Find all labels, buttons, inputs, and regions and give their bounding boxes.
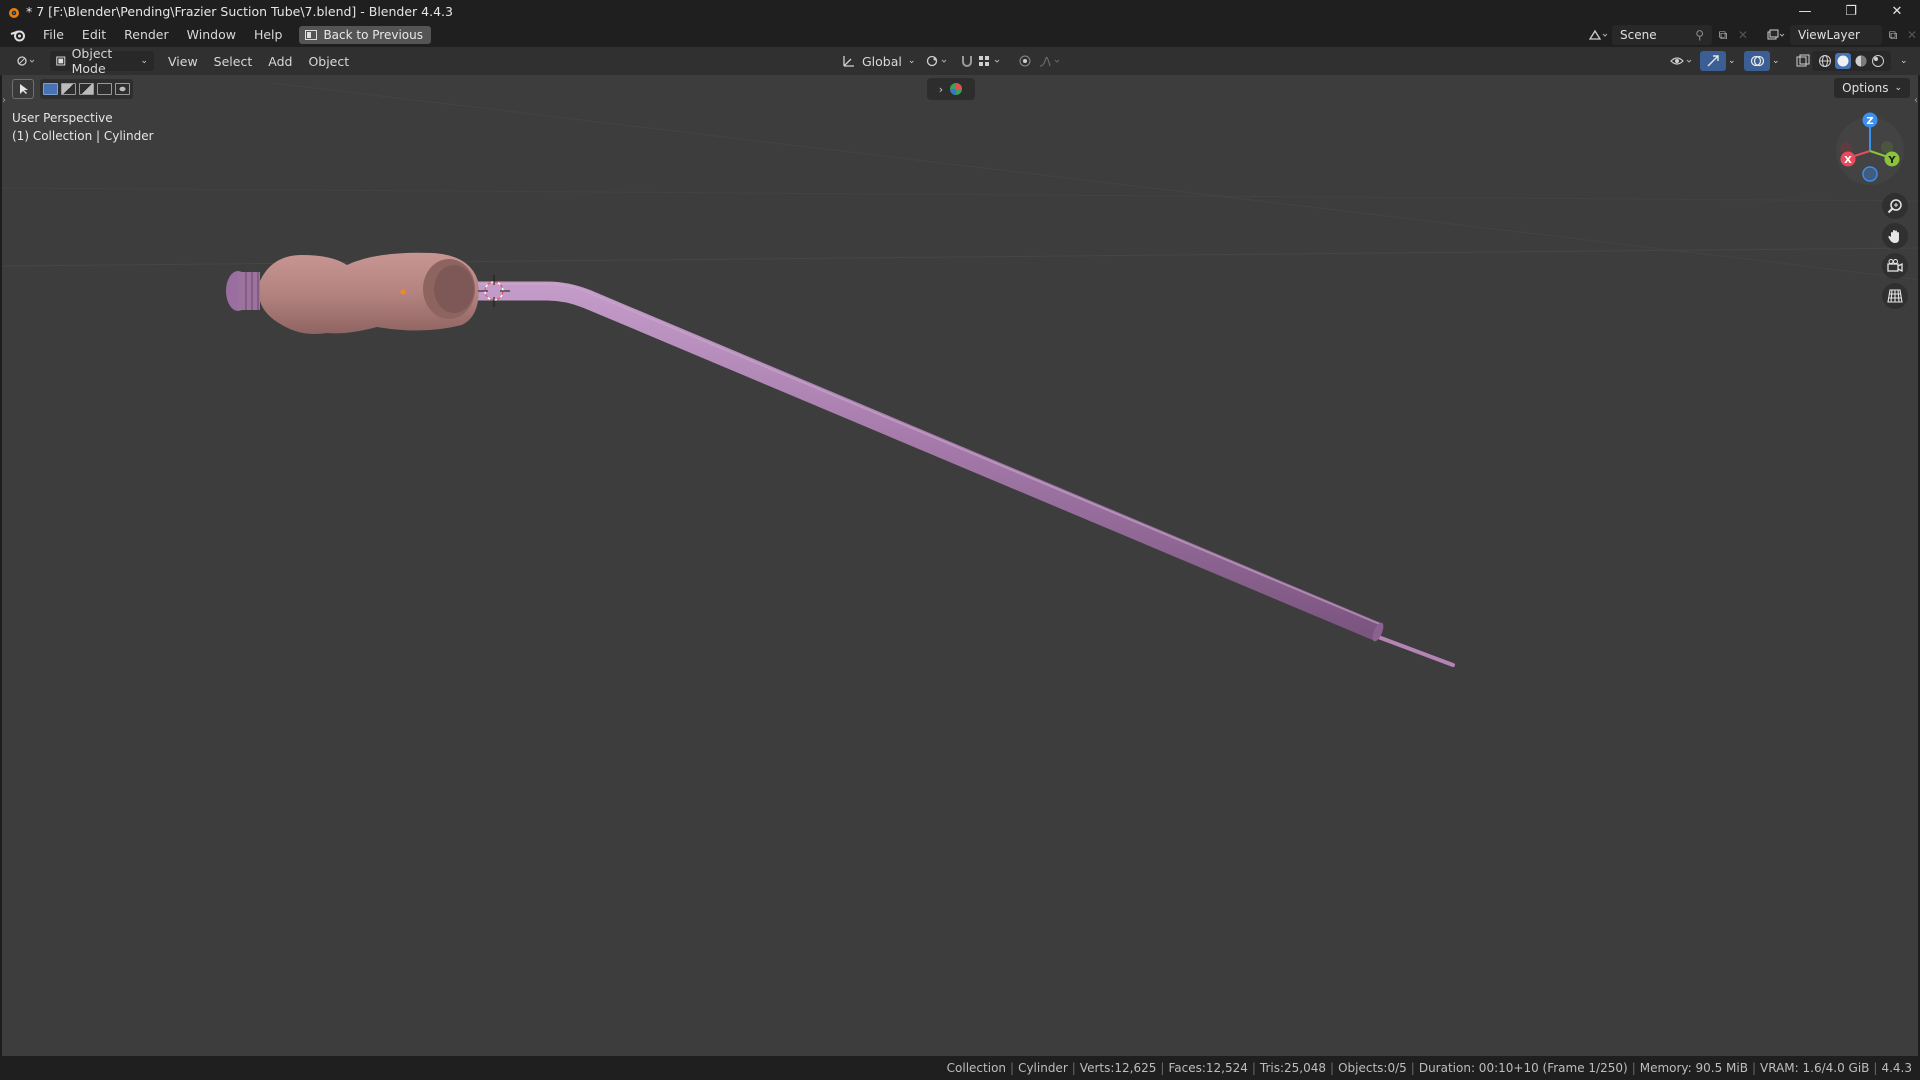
gizmo-z-axis[interactable]: Z <box>1862 112 1878 128</box>
chevron-right-icon: › <box>938 82 944 96</box>
overlays-dropdown-icon[interactable]: ⌄ <box>1766 51 1786 71</box>
wireframe-shading-icon[interactable] <box>1818 54 1832 68</box>
object-mode-dropdown[interactable]: Object Mode ⌄ <box>50 46 154 76</box>
tool-settings-row <box>12 79 133 99</box>
gizmo-z-label: Z <box>1866 116 1873 127</box>
orientation-axes-icon <box>843 56 854 67</box>
status-bar: Collection | Cylinder | Verts:12,625 | Face… <box>0 1056 1920 1080</box>
select-extend-icon[interactable] <box>61 83 76 95</box>
select-new-icon[interactable] <box>43 83 58 95</box>
menu-help[interactable]: Help <box>245 23 292 47</box>
ortho-grid-icon[interactable] <box>1882 283 1908 309</box>
viewlayer-selector: ViewLayer ⧉ ✕ <box>1762 25 1920 45</box>
select-box-tool-icon[interactable] <box>12 79 34 99</box>
back-to-previous-button[interactable]: Back to Previous <box>299 26 431 44</box>
gizmo-x-label: X <box>1844 155 1852 166</box>
screen-back-icon <box>305 30 318 40</box>
back-to-previous-label: Back to Previous <box>323 28 423 42</box>
sidebar-expand-icon[interactable]: ‹ <box>1914 95 1918 106</box>
viewlayer-name-field[interactable]: ViewLayer <box>1790 25 1882 45</box>
select-subtract-icon[interactable] <box>79 83 94 95</box>
options-label: Options <box>1842 81 1889 95</box>
asset-shelf-toggle[interactable]: › <box>927 78 975 100</box>
minimize-button[interactable]: — <box>1782 0 1828 23</box>
gizmo-y-axis[interactable]: Y <box>1884 151 1900 167</box>
scene-browse-icon[interactable] <box>1584 25 1612 45</box>
status-version: 4.4.3 <box>1881 1061 1912 1075</box>
perspective-label: User Perspective <box>12 111 113 125</box>
select-invert-icon[interactable] <box>97 83 112 95</box>
snap-target-icon[interactable] <box>972 51 1010 71</box>
toolbar-expand-icon[interactable]: › <box>2 95 6 106</box>
visibility-icon[interactable] <box>1664 51 1702 71</box>
delete-viewlayer-icon[interactable]: ✕ <box>1904 25 1920 45</box>
options-dropdown[interactable]: Options ⌄ <box>1834 78 1910 98</box>
maximize-button[interactable]: ❐ <box>1828 0 1874 23</box>
pin-icon[interactable]: ⚲ <box>1695 28 1704 42</box>
gizmo-x-axis[interactable]: X <box>1840 151 1856 167</box>
menu-file[interactable]: File <box>34 23 73 47</box>
shading-modes <box>1812 51 1891 71</box>
status-collection: Collection <box>946 1061 1007 1075</box>
status-duration: Duration: 00:10+10 (Frame 1/250) <box>1418 1061 1628 1075</box>
blender-app-icon <box>9 7 19 18</box>
editor-type-icon[interactable] <box>10 51 44 71</box>
status-object: Cylinder <box>1018 1061 1068 1075</box>
new-viewlayer-icon[interactable]: ⧉ <box>1882 25 1904 45</box>
material-shading-icon[interactable] <box>1854 54 1868 68</box>
menu-add[interactable]: Add <box>262 51 298 71</box>
navigation-gizmo[interactable]: Z X Y <box>1825 108 1915 198</box>
zoom-icon[interactable] <box>1882 193 1908 219</box>
shading-dropdown-icon[interactable]: ⌄ <box>1894 51 1914 71</box>
menu-window[interactable]: Window <box>178 23 245 47</box>
viewlayer-name: ViewLayer <box>1798 28 1860 42</box>
pivot-point-icon[interactable] <box>920 51 956 71</box>
object-mode-icon <box>56 56 66 66</box>
viewlayer-browse-icon[interactable] <box>1762 25 1790 45</box>
gizmo-dropdown-icon[interactable]: ⌄ <box>1722 51 1742 71</box>
menu-object[interactable]: Object <box>302 51 355 71</box>
object-mode-label: Object Mode <box>71 46 113 76</box>
asset-sphere-icon <box>950 83 963 95</box>
menu-select[interactable]: Select <box>208 51 259 71</box>
selection-mode-buttons <box>40 79 133 99</box>
status-verts: Verts:12,625 <box>1079 1061 1157 1075</box>
window-title: * 7 [F:\Blender\Pending\Frazier Suction … <box>26 4 453 19</box>
falloff-icon[interactable] <box>1032 51 1070 71</box>
chevron-down-icon: ⌄ <box>1894 83 1902 93</box>
scene-name: Scene <box>1620 28 1657 42</box>
status-faces: Faces:12,524 <box>1168 1061 1248 1075</box>
suction-tube-mesh[interactable] <box>452 281 1455 667</box>
title-bar: * 7 [F:\Blender\Pending\Frazier Suction … <box>0 0 1920 23</box>
status-vram: VRAM: 1.6/4.0 GiB <box>1760 1061 1870 1075</box>
select-intersect-icon[interactable] <box>115 83 130 95</box>
delete-scene-icon[interactable]: ✕ <box>1734 25 1752 45</box>
3d-viewport[interactable]: User Perspective (1) Collection | Cylind… <box>0 75 1920 1056</box>
scene-selector: Scene ⚲ ⧉ ✕ <box>1584 25 1752 45</box>
chevron-down-icon: ⌄ <box>140 56 148 66</box>
scene-name-field[interactable]: Scene ⚲ <box>1612 25 1712 45</box>
pan-hand-icon[interactable] <box>1882 223 1908 249</box>
solid-shading-icon[interactable] <box>1835 53 1851 69</box>
new-scene-icon[interactable]: ⧉ <box>1712 25 1734 45</box>
camera-view-icon[interactable] <box>1882 253 1908 279</box>
transform-orientation-dropdown[interactable]: Global ⌄ <box>836 51 921 71</box>
suction-handle-mesh[interactable] <box>226 252 479 334</box>
chevron-down-icon: ⌄ <box>907 56 916 66</box>
gizmo-y-label: Y <box>1887 155 1896 166</box>
viewport-scene[interactable] <box>2 75 1920 1056</box>
active-object-label: (1) Collection | Cylinder <box>12 129 154 143</box>
viewport-info: User Perspective (1) Collection | Cylind… <box>12 109 154 145</box>
blender-logo-icon[interactable] <box>8 25 28 45</box>
transform-orientation-label: Global <box>862 53 902 69</box>
menu-view[interactable]: View <box>162 51 204 71</box>
status-objects: Objects:0/5 <box>1338 1061 1407 1075</box>
menu-edit[interactable]: Edit <box>73 23 115 47</box>
menu-render[interactable]: Render <box>115 23 178 47</box>
status-tris: Tris:25,048 <box>1259 1061 1327 1075</box>
status-memory: Memory: 90.5 MiB <box>1639 1061 1748 1075</box>
rendered-shading-icon[interactable] <box>1871 54 1885 68</box>
close-window-button[interactable]: ✕ <box>1874 0 1920 23</box>
viewport-header: Object Mode ⌄ View Select Add Object Glo… <box>0 46 1920 76</box>
